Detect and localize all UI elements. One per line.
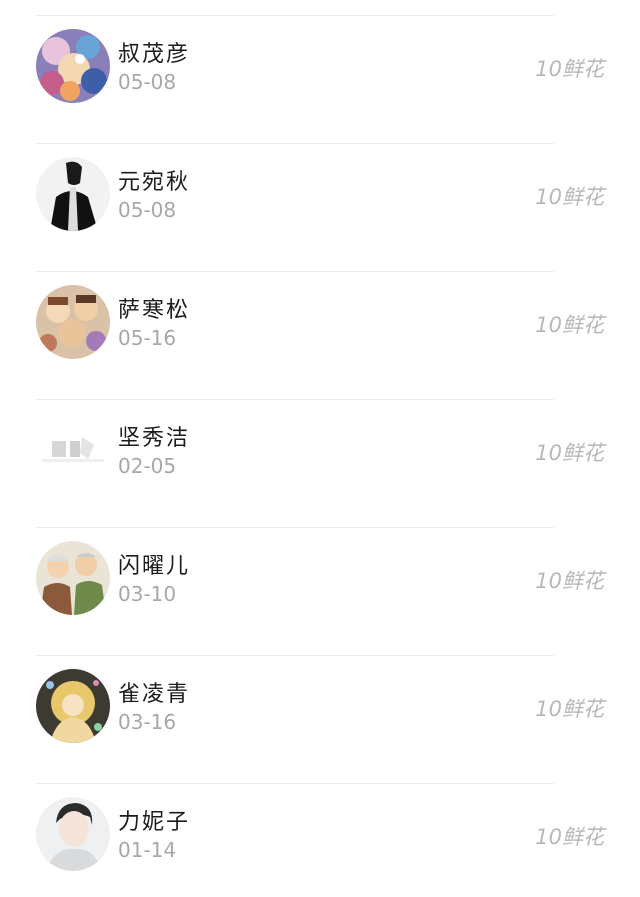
flower-count: 10鲜花 bbox=[535, 57, 604, 81]
avatar[interactable] bbox=[36, 157, 110, 231]
user-name: 坚秀洁 bbox=[118, 426, 191, 451]
gift-date: 05-16 bbox=[118, 326, 177, 350]
gift-list: 叔茂彦 05-08 10鲜花 元宛秋 05-08 10鲜花 萨寒松 05-16 … bbox=[0, 0, 640, 897]
avatar[interactable] bbox=[36, 797, 110, 871]
user-name: 叔茂彦 bbox=[118, 42, 191, 67]
avatar[interactable] bbox=[36, 29, 110, 103]
gift-date: 03-16 bbox=[118, 710, 177, 734]
user-name: 雀凌青 bbox=[118, 682, 191, 707]
flower-count: 10鲜花 bbox=[535, 569, 604, 593]
list-item[interactable]: 萨寒松 05-16 10鲜花 bbox=[0, 272, 640, 400]
gift-date: 02-05 bbox=[118, 454, 177, 478]
avatar[interactable] bbox=[36, 541, 110, 615]
user-name: 元宛秋 bbox=[118, 170, 191, 195]
avatar[interactable] bbox=[36, 413, 110, 487]
colorful-anime-avatar-icon bbox=[36, 29, 110, 103]
flower-count: 10鲜花 bbox=[535, 313, 604, 337]
list-item[interactable]: 叔茂彦 05-08 10鲜花 bbox=[0, 16, 640, 144]
avatar[interactable] bbox=[36, 669, 110, 743]
user-name: 闪曜儿 bbox=[118, 554, 191, 579]
user-name: 力妮子 bbox=[118, 810, 191, 835]
gift-date: 05-08 bbox=[118, 198, 177, 222]
flower-count: 10鲜花 bbox=[535, 441, 604, 465]
list-item[interactable]: 坚秀洁 02-05 10鲜花 bbox=[0, 400, 640, 528]
flower-count: 10鲜花 bbox=[535, 825, 604, 849]
gift-date: 05-08 bbox=[118, 70, 177, 94]
golden-anime-girl-avatar-icon bbox=[36, 669, 110, 743]
list-item[interactable]: 元宛秋 05-08 10鲜花 bbox=[0, 144, 640, 272]
list-item[interactable]: 闪曜儿 03-10 10鲜花 bbox=[0, 528, 640, 656]
group-cartoon-avatar-icon bbox=[36, 285, 110, 359]
user-name: 萨寒松 bbox=[118, 298, 191, 323]
list-item[interactable]: 力妮子 01-14 10鲜花 bbox=[0, 784, 640, 897]
gift-date: 01-14 bbox=[118, 838, 177, 862]
monochrome-person-avatar-icon bbox=[36, 157, 110, 231]
young-man-avatar-icon bbox=[36, 797, 110, 871]
blank-gray-avatar-icon bbox=[36, 413, 110, 487]
flower-count: 10鲜花 bbox=[535, 185, 604, 209]
avatar[interactable] bbox=[36, 285, 110, 359]
gift-date: 03-10 bbox=[118, 582, 177, 606]
list-item[interactable]: 雀凌青 03-16 10鲜花 bbox=[0, 656, 640, 784]
elderly-couple-avatar-icon bbox=[36, 541, 110, 615]
flower-count: 10鲜花 bbox=[535, 697, 604, 721]
